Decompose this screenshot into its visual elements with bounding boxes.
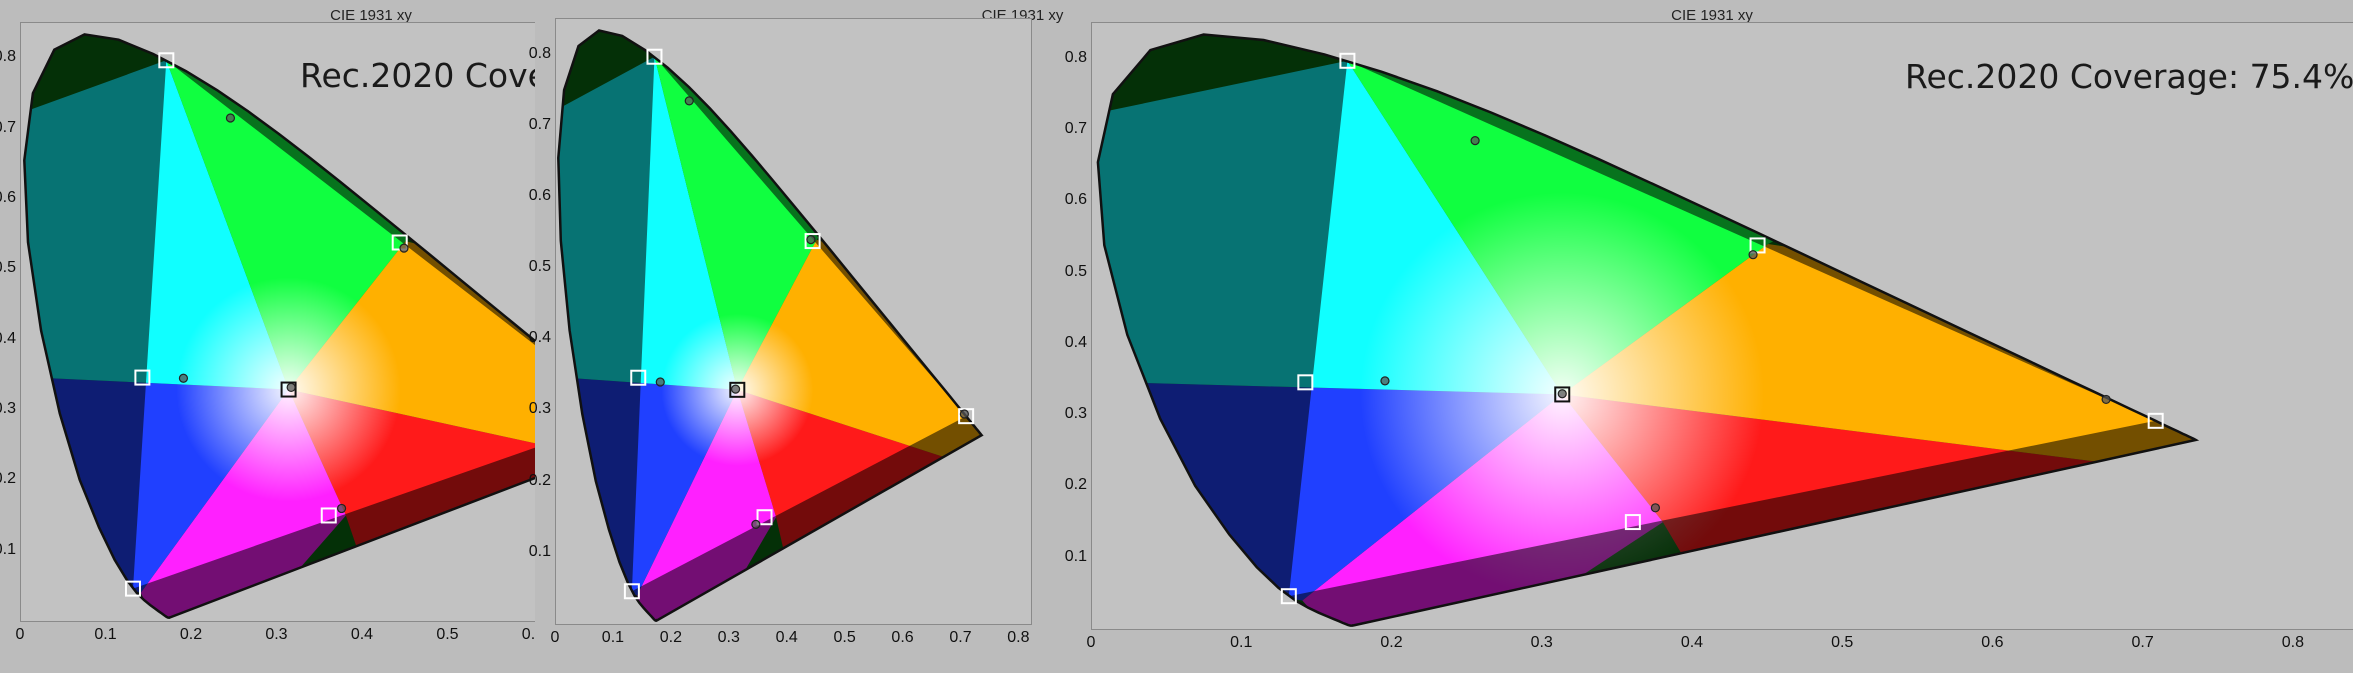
measured-point (751, 519, 761, 529)
measured-point (655, 377, 665, 387)
chart-panel-3: CIE 1931 xy 0.1 0.2 0.3 0.4 0.5 0.6 0.7 0.8 0 0.1 0… (1065, 0, 2353, 673)
x-tick-label: 0.7 (2131, 634, 2154, 651)
measured-point (286, 382, 296, 393)
y-tick-label: 0.5 (1064, 262, 1087, 280)
x-tick-label: 0.4 (775, 629, 798, 646)
gamut-fill (558, 30, 982, 621)
x-tick-label: 0.4 (350, 626, 374, 643)
measured-point (1380, 376, 1390, 386)
x-tick-label: 0.4 (1680, 634, 1704, 651)
x-tick-label: 0.1 (94, 626, 117, 643)
y-tick-label: 0.4 (1064, 333, 1087, 351)
x-tick-label: 0.2 (1380, 634, 1403, 651)
measured-point (336, 503, 347, 514)
x-tick-label: 0.5 (1831, 634, 1854, 651)
x-tick-label: 0.3 (265, 626, 288, 643)
x-tick-label: 0.8 (2281, 634, 2305, 651)
y-tick-label: 0.6 (0, 188, 16, 206)
y-tick-label: 0.2 (1064, 476, 1087, 494)
y-tick-label: 0.7 (1064, 119, 1087, 137)
x-tick-label: 0.5 (436, 626, 459, 643)
y-tick-label: 0.6 (1064, 191, 1087, 209)
x-tick-label: 0.6 (891, 629, 914, 646)
measured-point (1650, 503, 1660, 513)
y-tick-label: 0.1 (0, 540, 16, 558)
measured-point (1470, 136, 1480, 146)
measured-point (684, 96, 694, 106)
x-tick-label: 0.6 (1981, 634, 2004, 651)
y-tick-label: 0.3 (528, 400, 551, 418)
y-tick-label: 0.7 (528, 115, 551, 133)
y-tick-label: 0.1 (1064, 547, 1087, 565)
x-tick-label: 0.8 (1007, 629, 1030, 646)
x-tick-label: 0 (1086, 634, 1096, 651)
y-tick-label: 0.5 (0, 259, 16, 277)
y-tick-label: 0.8 (528, 44, 551, 62)
x-tick-label: 0.3 (1530, 634, 1553, 651)
y-tick-label: 0.4 (0, 329, 16, 347)
x-tick-label: 0 (550, 629, 560, 646)
measured-point (730, 384, 741, 394)
y-tick-label: 0.4 (528, 329, 551, 347)
y-tick-label: 0.7 (0, 118, 16, 136)
y-tick-label: 0.8 (1064, 48, 1087, 66)
y-tick-label: 0.3 (1064, 405, 1087, 423)
measured-point (399, 243, 409, 253)
y-tick-label: 0.5 (528, 258, 551, 276)
x-tick-label: 0 (15, 626, 25, 643)
measured-point (178, 373, 189, 383)
plot-area (555, 18, 1032, 625)
chromaticity-svg (1096, 33, 2200, 627)
y-tick-label: 0.3 (0, 399, 16, 417)
x-tick-label: 0.1 (601, 629, 625, 646)
y-tick-label: 0.1 (528, 542, 551, 560)
measured-point (806, 235, 816, 245)
coverage-annotation: Rec.2020 Coverage: 75.4% (1905, 57, 2353, 96)
measured-point (2101, 394, 2111, 405)
x-tick-label: 0.1 (1230, 634, 1253, 651)
x-tick-label: 0.7 (949, 629, 972, 646)
plot-area (1091, 22, 2353, 630)
y-tick-label: 0.8 (0, 48, 16, 66)
x-tick-label: 0.2 (659, 629, 682, 646)
measured-point (959, 409, 969, 419)
x-tick-label: 0.2 (179, 626, 203, 643)
x-tick-label: 0.3 (717, 629, 740, 646)
chromaticity-svg (557, 29, 984, 623)
y-tick-label: 0.2 (528, 471, 551, 489)
measured-point (1748, 250, 1758, 260)
gamut-fill (1097, 34, 2196, 626)
measured-point (1557, 389, 1567, 399)
y-tick-label: 0.2 (0, 470, 16, 488)
x-tick-label: 0.5 (833, 629, 856, 646)
y-tick-label: 0.6 (528, 186, 551, 204)
measured-point (225, 113, 236, 123)
